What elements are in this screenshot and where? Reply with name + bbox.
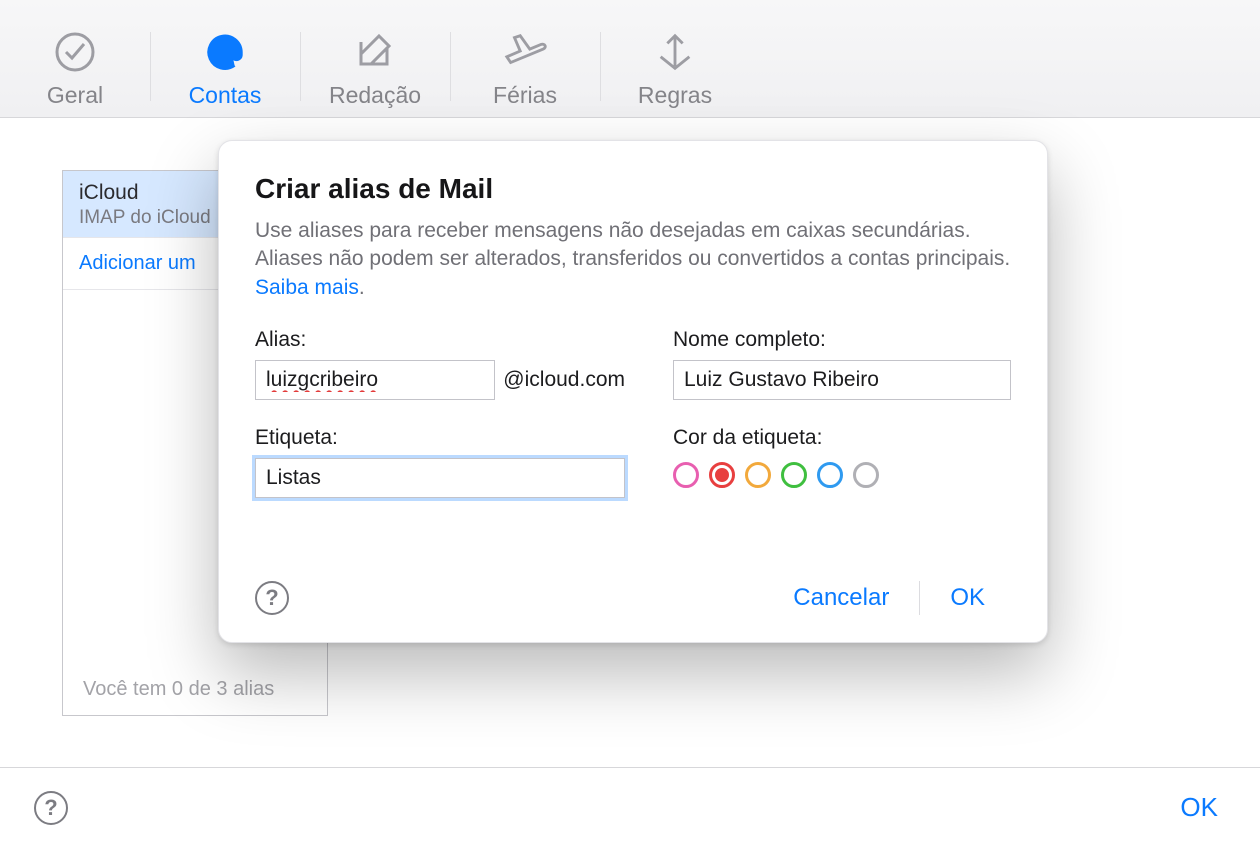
color-swatch-green[interactable]	[781, 462, 807, 488]
dialog-description: Use aliases para receber mensagens não d…	[255, 217, 1011, 302]
dialog-description-text: Use aliases para receber mensagens não d…	[255, 219, 1010, 270]
page-footer-bar: ? OK	[0, 767, 1260, 847]
tab-label: Contas	[189, 82, 262, 109]
tab-geral[interactable]: Geral	[0, 10, 150, 109]
page-ok-button[interactable]: OK	[1172, 786, 1226, 829]
fullname-field: Nome completo:	[673, 328, 1011, 400]
color-swatch-orange[interactable]	[745, 462, 771, 488]
color-swatch-row	[673, 458, 1011, 488]
tab-contas[interactable]: Contas	[150, 10, 300, 109]
color-field: Cor da etiqueta:	[673, 426, 1011, 498]
preferences-toolbar: Geral Contas Redação Férias	[0, 0, 1260, 118]
at-sign-icon	[203, 30, 247, 74]
color-swatch-gray[interactable]	[853, 462, 879, 488]
airplane-icon	[503, 30, 547, 74]
alias-field: Alias: @icloud.com	[255, 328, 625, 400]
dialog-help-icon[interactable]: ?	[255, 581, 289, 615]
alias-input[interactable]	[255, 360, 495, 400]
tab-label: Férias	[493, 82, 557, 109]
cancel-button[interactable]: Cancelar	[767, 576, 915, 620]
alias-domain-suffix: @icloud.com	[503, 368, 625, 392]
check-circle-icon	[53, 30, 97, 74]
arrows-icon	[653, 30, 697, 74]
create-alias-dialog: Criar alias de Mail Use aliases para rec…	[218, 140, 1048, 643]
form-grid: Alias: @icloud.com Nome completo: Etique…	[255, 328, 1011, 498]
learn-more-link[interactable]: Saiba mais	[255, 276, 359, 299]
ok-button[interactable]: OK	[924, 576, 1011, 620]
tab-ferias[interactable]: Férias	[450, 10, 600, 109]
color-swatch-pink[interactable]	[673, 462, 699, 488]
tab-label: Regras	[638, 82, 712, 109]
etiqueta-label: Etiqueta:	[255, 426, 625, 450]
alias-count-label: Você tem 0 de 3 alias	[63, 668, 327, 715]
etiqueta-input[interactable]	[255, 458, 625, 498]
etiqueta-field: Etiqueta:	[255, 426, 625, 498]
alias-label: Alias:	[255, 328, 625, 352]
tab-regras[interactable]: Regras	[600, 10, 750, 109]
fullname-label: Nome completo:	[673, 328, 1011, 352]
color-swatch-blue[interactable]	[817, 462, 843, 488]
dialog-title: Criar alias de Mail	[255, 173, 1011, 205]
tab-label: Redação	[329, 82, 421, 109]
color-swatch-red[interactable]	[709, 462, 735, 488]
help-icon[interactable]: ?	[34, 791, 68, 825]
dialog-footer: ? Cancelar OK	[255, 576, 1011, 620]
color-label: Cor da etiqueta:	[673, 426, 1011, 450]
tab-label: Geral	[47, 82, 103, 109]
tab-redacao[interactable]: Redação	[300, 10, 450, 109]
compose-icon	[353, 30, 397, 74]
button-separator	[919, 581, 920, 615]
fullname-input[interactable]	[673, 360, 1011, 400]
